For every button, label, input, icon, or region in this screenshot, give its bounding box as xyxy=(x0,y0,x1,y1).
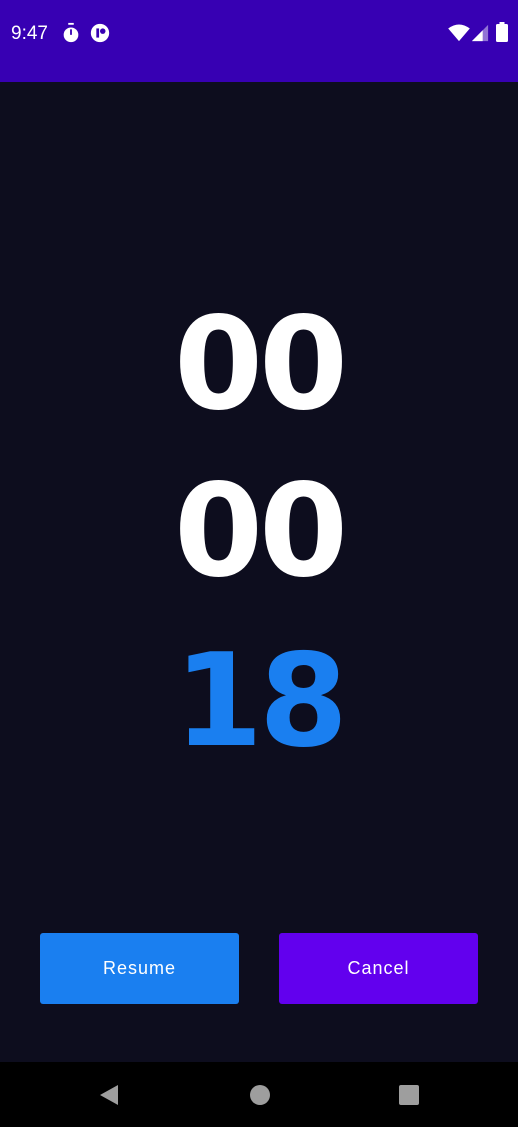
status-bar: 9:47 xyxy=(0,0,518,82)
battery-icon xyxy=(496,22,508,42)
recents-icon[interactable] xyxy=(396,1082,422,1108)
timer-minutes: 00 xyxy=(173,457,348,606)
status-time: 9:47 xyxy=(11,23,48,44)
home-icon[interactable] xyxy=(247,1082,273,1108)
navigation-bar xyxy=(0,1062,518,1127)
stopwatch-icon xyxy=(63,22,79,43)
timer-hours: 00 xyxy=(173,290,348,439)
signal-icon xyxy=(471,24,489,42)
cancel-button[interactable]: Cancel xyxy=(279,933,478,1004)
wifi-icon xyxy=(448,24,470,42)
app-notification-icon xyxy=(90,23,110,43)
back-icon[interactable] xyxy=(96,1082,122,1108)
resume-button[interactable]: Resume xyxy=(40,933,239,1004)
timer-screen: 00 00 18 Resume Cancel xyxy=(0,82,518,1062)
timer-seconds: 18 xyxy=(173,627,348,776)
